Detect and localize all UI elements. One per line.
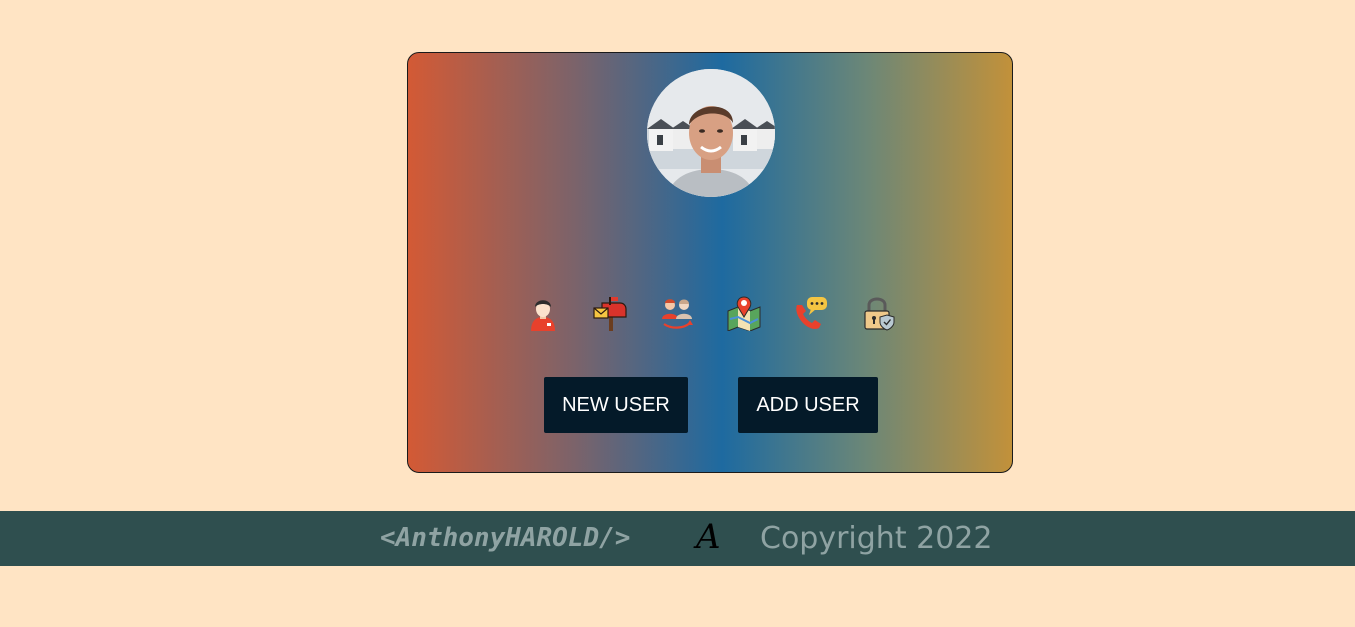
user-card: NEW USER ADD USER (407, 52, 1013, 473)
user-icon[interactable] (525, 295, 561, 331)
footer-brand: <AnthonyHAROLD/> (380, 523, 631, 553)
map-icon[interactable] (726, 295, 762, 331)
phone-chat-icon[interactable] (793, 295, 829, 331)
add-user-button[interactable]: ADD USER (738, 377, 878, 433)
mailbox-icon[interactable] (592, 295, 628, 331)
avatar (647, 69, 775, 197)
footer-logo: A (696, 517, 721, 557)
footer: <AnthonyHAROLD/> A Copyright 2022 (0, 511, 1355, 566)
lock-icon[interactable] (860, 295, 896, 331)
copyright-text: Copyright 2022 (760, 521, 993, 556)
avatar-photo (647, 69, 775, 197)
users-icon[interactable] (659, 295, 695, 331)
icon-row (408, 295, 1012, 331)
new-user-button[interactable]: NEW USER (544, 377, 688, 433)
